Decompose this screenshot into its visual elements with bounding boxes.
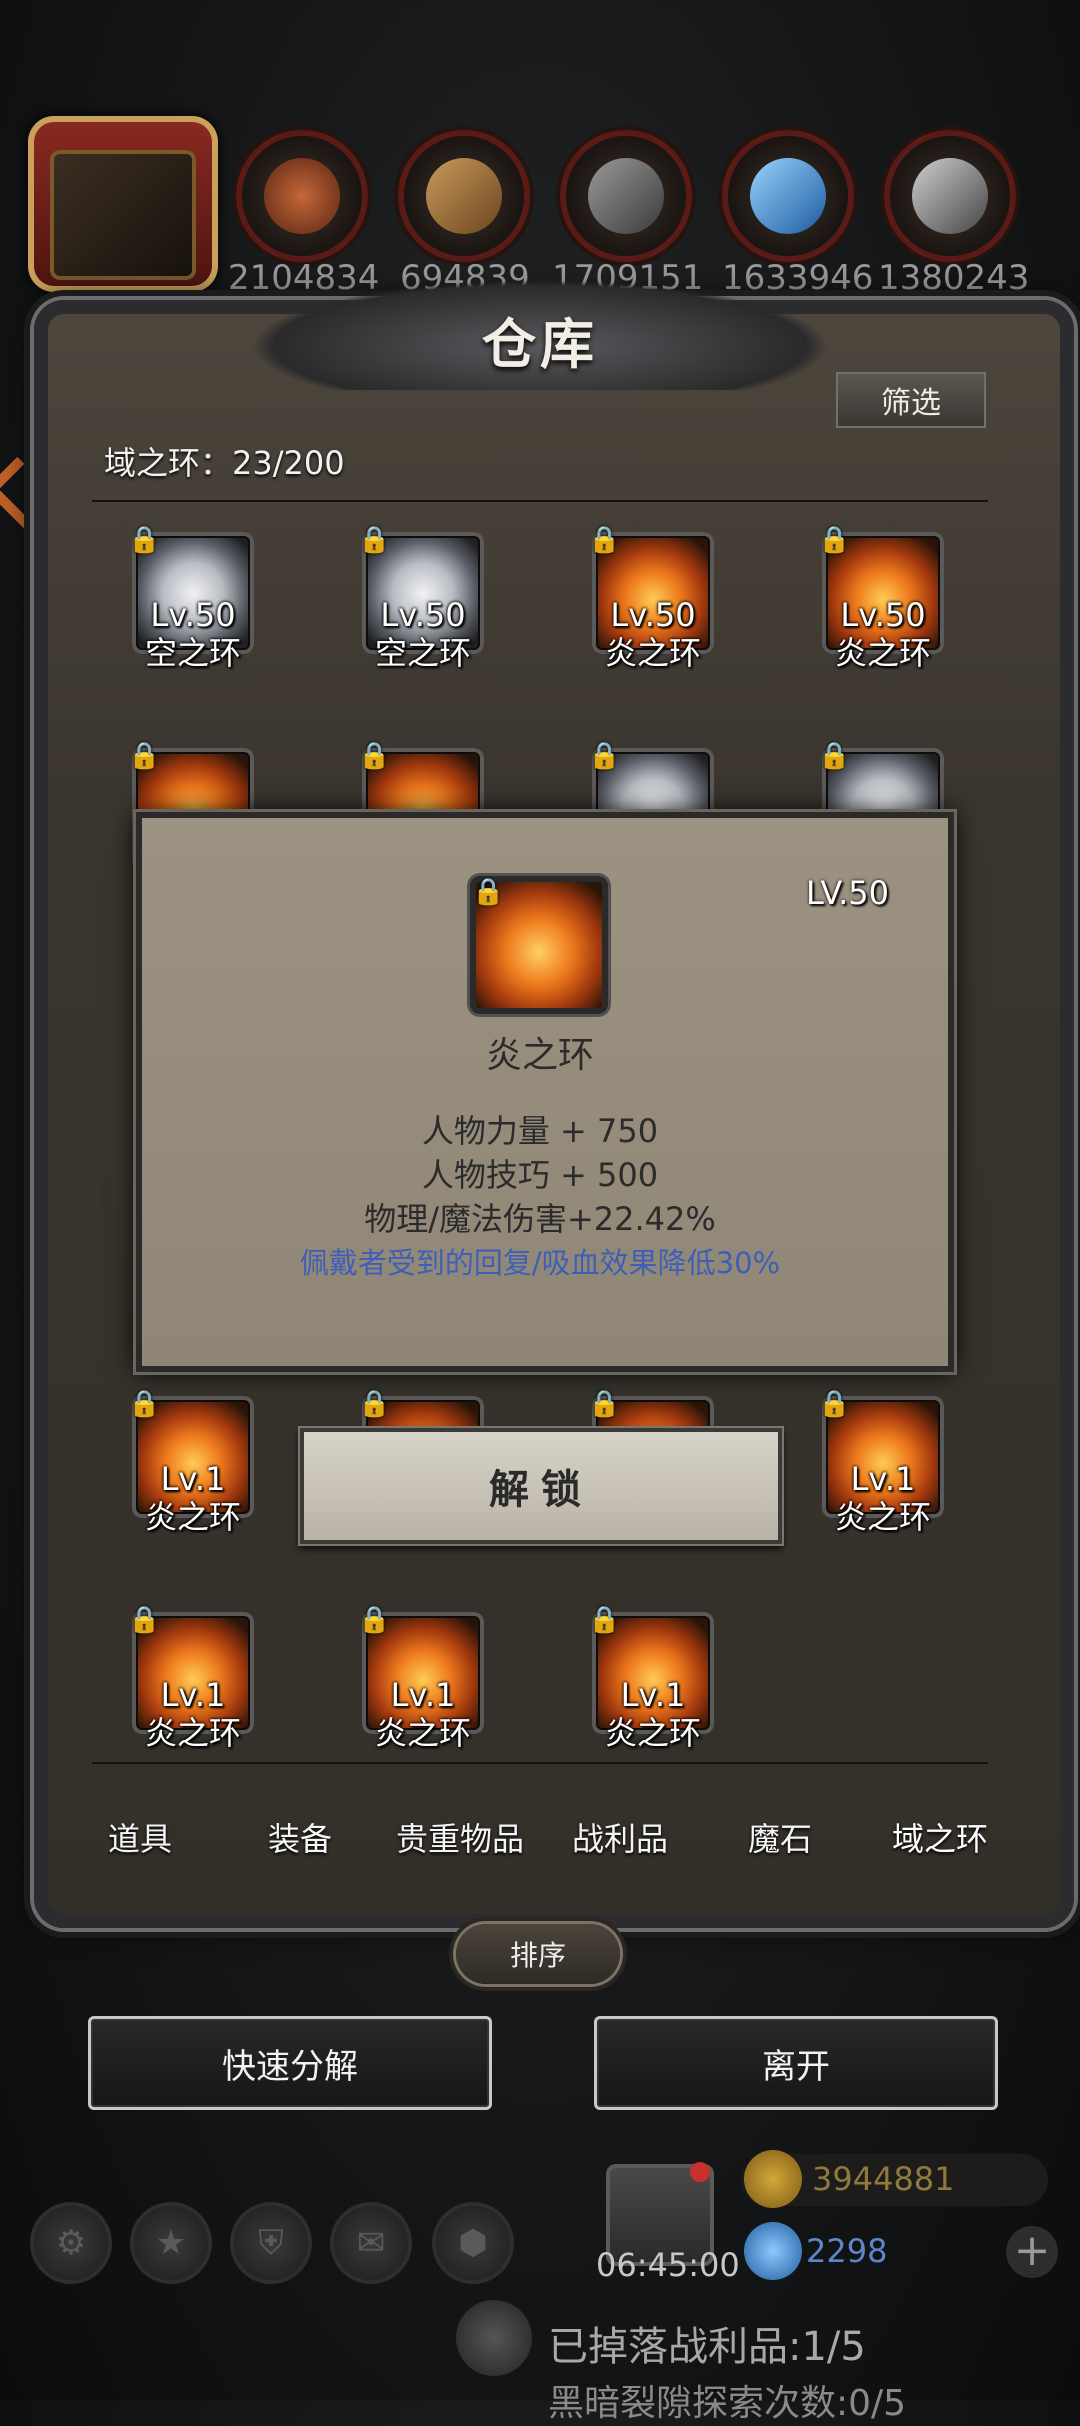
ring-item[interactable]: 🔒 Lv.50 空之环 <box>358 526 492 682</box>
lock-icon: 🔒 <box>588 741 621 771</box>
bottom-divider <box>92 1762 988 1764</box>
stone-icon <box>588 158 664 234</box>
tab-items[interactable]: 道具 <box>60 1782 220 1892</box>
item-name: 炎之环 <box>144 1498 241 1536</box>
lock-icon: 🔒 <box>358 525 391 555</box>
gift-notification-dot <box>690 2162 710 2182</box>
iron-count: 1380243 <box>878 258 1030 298</box>
filter-button[interactable]: 筛选 <box>836 372 986 428</box>
item-name: 炎之环 <box>834 1498 931 1536</box>
sort-button[interactable]: 排序 <box>456 1924 620 1984</box>
ring-item[interactable]: 🔒 Lv.50 炎之环 <box>588 526 722 682</box>
lock-icon: 🔒 <box>128 741 161 771</box>
item-name: 炎之环 <box>604 634 701 672</box>
lock-icon: 🔒 <box>818 741 851 771</box>
ring-item[interactable]: 🔒 Lv.1 炎之环 <box>128 1606 262 1762</box>
shield-icon[interactable]: ⬢ <box>436 2206 510 2280</box>
tooltip-item-name: 炎之环 <box>485 1035 594 1076</box>
tab-loot[interactable]: 战利品 <box>540 1782 700 1892</box>
lock-icon: 🔒 <box>128 1389 161 1419</box>
crystal-resource[interactable] <box>728 136 848 256</box>
panel-title: 仓库 <box>482 312 598 376</box>
gem-icon <box>744 2222 802 2280</box>
gold-amount: 3944881 <box>812 2160 955 2198</box>
tab-valuables[interactable]: 贵重物品 <box>380 1782 540 1892</box>
quick-decompose-button[interactable]: 快速分解 <box>88 2016 492 2110</box>
crystal-icon <box>750 158 826 234</box>
tooltip-level: LV.50 <box>806 874 889 912</box>
top-divider <box>92 500 988 502</box>
star-icon[interactable]: ★ <box>134 2206 208 2280</box>
lock-icon: 🔒 <box>128 1605 161 1635</box>
ring-item[interactable]: 🔒 Lv.1 炎之环 <box>588 1606 722 1762</box>
meat-icon <box>264 158 340 234</box>
iron-icon <box>912 158 988 234</box>
gift-timer: 06:45:00 <box>596 2246 740 2284</box>
iron-resource[interactable] <box>890 136 1010 256</box>
lock-icon: 🔒 <box>588 1605 621 1635</box>
ring-item[interactable]: 🔒 Lv.50 炎之环 <box>818 526 952 682</box>
ring-item[interactable]: 🔒 Lv.50 空之环 <box>128 526 262 682</box>
stone-resource[interactable] <box>566 136 686 256</box>
item-name: 炎之环 <box>144 1714 241 1752</box>
mail-icon[interactable]: ✉ <box>334 2206 408 2280</box>
item-name: 炎之环 <box>374 1714 471 1752</box>
unlock-button[interactable]: 解锁 <box>300 1428 782 1544</box>
tooltip-ring-icon: 🔒 <box>470 876 608 1014</box>
ring-item[interactable]: 🔒 Lv.1 炎之环 <box>358 1606 492 1762</box>
loot-drop-count: 已掉落战利品:1/5 <box>548 2324 866 2370</box>
lock-icon: 🔒 <box>588 1389 621 1419</box>
avatar-portrait <box>50 150 196 280</box>
tooltip-effect-note: 佩戴者受到的回复/吸血效果降低30% <box>299 1246 781 1280</box>
tooltip-stat: 物理/魔法伤害+22.42% <box>364 1200 716 1238</box>
gear-icon[interactable]: ⚙ <box>34 2206 108 2280</box>
tab-domain-rings[interactable]: 域之环 <box>860 1782 1020 1892</box>
rift-explore-count: 黑暗裂隙探索次数:0/5 <box>548 2383 907 2424</box>
lock-icon: 🔒 <box>358 1605 391 1635</box>
lock-icon: 🔒 <box>472 877 505 907</box>
item-name: 空之环 <box>144 634 241 672</box>
category-tabs: 道具 装备 贵重物品 战利品 魔石 域之环 <box>60 1782 1020 1892</box>
player-avatar[interactable] <box>28 116 218 292</box>
lock-icon: 🔒 <box>358 741 391 771</box>
scroll-icon[interactable] <box>456 2300 532 2376</box>
ring-item[interactable]: 🔒 Lv.1 炎之环 <box>128 1390 262 1546</box>
lock-icon: 🔒 <box>128 525 161 555</box>
meat-resource[interactable] <box>242 136 362 256</box>
lock-icon: 🔒 <box>358 1389 391 1419</box>
wood-icon <box>426 158 502 234</box>
lock-icon: 🔒 <box>818 525 851 555</box>
item-name: 炎之环 <box>834 634 931 672</box>
lock-icon: 🔒 <box>588 525 621 555</box>
helmet-icon[interactable]: ⛨ <box>234 2206 308 2280</box>
wood-resource[interactable] <box>404 136 524 256</box>
tooltip-stat: 人物技巧 + 500 <box>421 1156 659 1194</box>
capacity-label: 域之环：23/200 <box>104 444 345 482</box>
ring-item[interactable]: 🔒 Lv.1 炎之环 <box>818 1390 952 1546</box>
add-currency-button[interactable]: + <box>1006 2226 1058 2278</box>
tooltip-stat: 人物力量 + 750 <box>421 1112 659 1150</box>
leave-button[interactable]: 离开 <box>594 2016 998 2110</box>
item-name: 炎之环 <box>604 1714 701 1752</box>
gold-coin-icon <box>744 2150 802 2208</box>
tab-magic-stones[interactable]: 魔石 <box>700 1782 860 1892</box>
gem-amount: 2298 <box>806 2232 888 2270</box>
item-name: 空之环 <box>374 634 471 672</box>
lock-icon: 🔒 <box>818 1389 851 1419</box>
tab-equipment[interactable]: 装备 <box>220 1782 380 1892</box>
